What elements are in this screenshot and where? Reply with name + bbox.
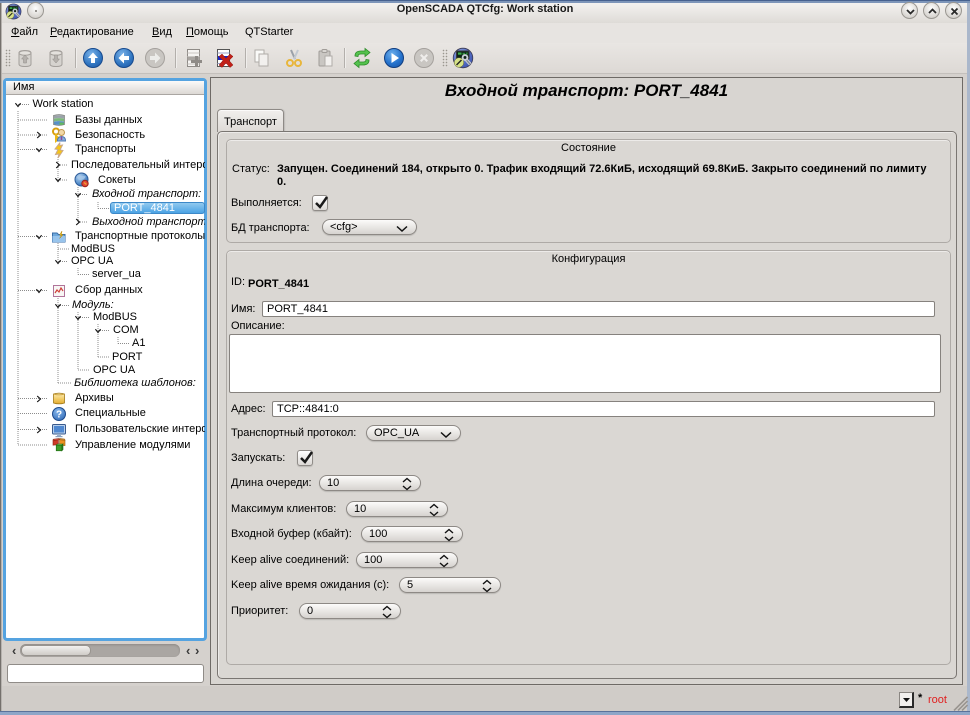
svg-text:?: ?: [56, 409, 62, 420]
